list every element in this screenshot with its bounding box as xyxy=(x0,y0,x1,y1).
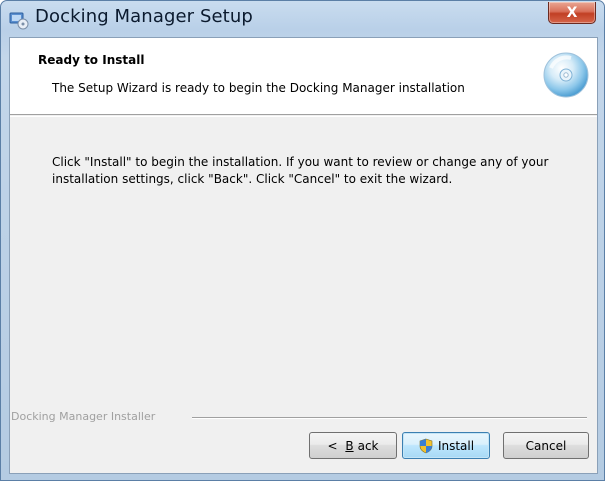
wizard-header: Ready to Install The Setup Wizard is rea… xyxy=(10,38,597,115)
back-button[interactable]: < Back xyxy=(309,432,397,459)
page-title: Ready to Install xyxy=(38,53,145,67)
back-label-rest: ack xyxy=(357,438,379,453)
installer-group-label: Docking Manager Installer xyxy=(11,410,162,423)
wizard-client-area: Ready to Install The Setup Wizard is rea… xyxy=(9,37,598,474)
page-subtitle: The Setup Wizard is ready to begin the D… xyxy=(52,81,465,95)
uac-shield-icon xyxy=(418,438,434,454)
header-divider xyxy=(10,116,597,117)
window-title: Docking Manager Setup xyxy=(35,6,253,27)
install-button[interactable]: Install xyxy=(402,432,490,459)
instructions-line-1: Click "Install" to begin the installatio… xyxy=(52,155,549,169)
setup-window: Docking Manager Setup X Ready to Install… xyxy=(0,0,605,481)
installer-icon xyxy=(9,10,29,30)
title-bar[interactable]: Docking Manager Setup X xyxy=(1,1,604,37)
install-button-label: Install xyxy=(437,438,475,453)
footer-divider xyxy=(192,417,587,419)
instructions-text: Click "Install" to begin the installatio… xyxy=(52,154,552,188)
cancel-button[interactable]: Cancel xyxy=(503,432,589,459)
cd-disc-icon xyxy=(541,50,591,100)
instructions-line-2: installation settings, click "Back". Cli… xyxy=(52,172,453,186)
cancel-button-label: Cancel xyxy=(525,438,567,453)
close-icon: X xyxy=(566,4,578,21)
back-accelerator: B xyxy=(345,438,354,453)
back-button-label: < Back xyxy=(327,439,378,453)
back-arrow-text: < xyxy=(327,438,342,453)
install-button-content: Install xyxy=(418,438,474,454)
close-button[interactable]: X xyxy=(548,2,596,24)
